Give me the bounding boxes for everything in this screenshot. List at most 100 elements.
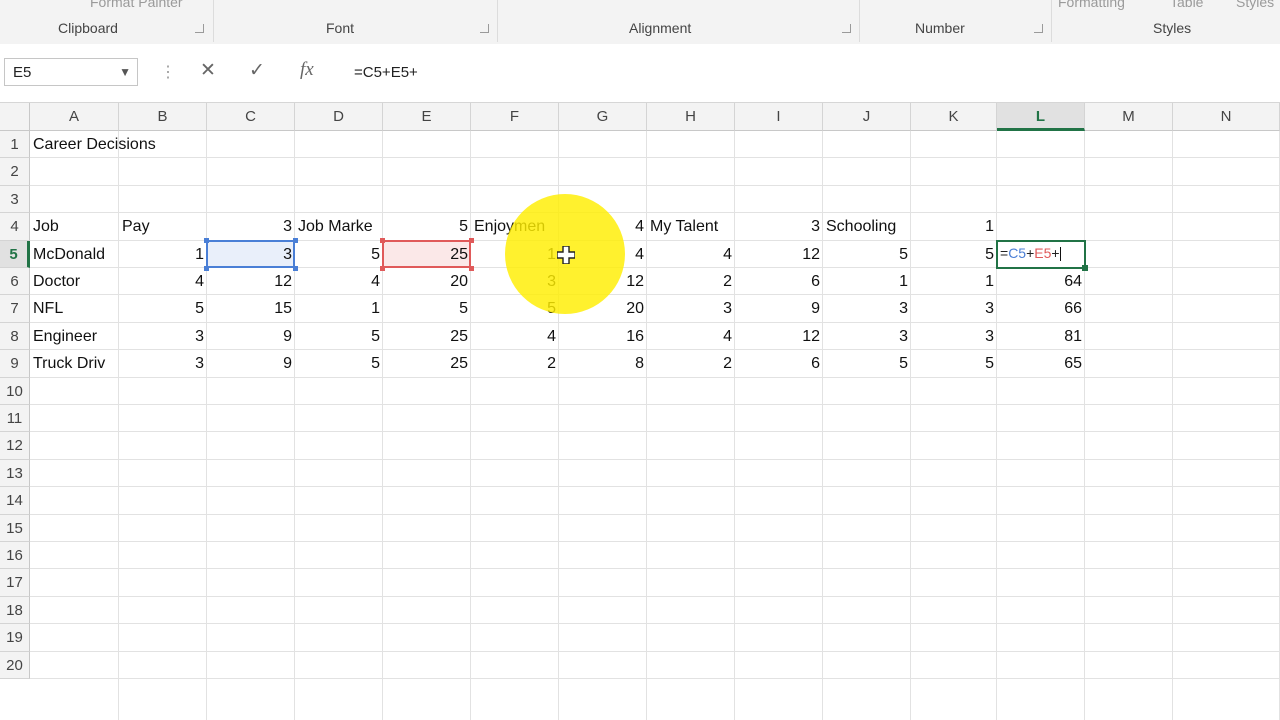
- cell-c9[interactable]: 9: [207, 350, 295, 377]
- cell-i4[interactable]: 3: [735, 213, 823, 240]
- cell-b5[interactable]: 1: [119, 241, 207, 268]
- cell-l6[interactable]: 64: [997, 268, 1085, 295]
- cell-d6[interactable]: 4: [295, 268, 383, 295]
- row-header-20[interactable]: 20: [0, 651, 30, 679]
- row-header-5[interactable]: 5: [0, 240, 30, 268]
- drag-handle-icon[interactable]: ⋮: [160, 62, 176, 82]
- cell-e8[interactable]: 25: [383, 323, 471, 350]
- column-header-h[interactable]: H: [647, 103, 735, 131]
- cancel-icon[interactable]: ✕: [200, 59, 216, 82]
- conditional-formatting-label[interactable]: Formatting: [1058, 0, 1125, 10]
- row-header-11[interactable]: 11: [0, 405, 30, 433]
- cell-a4[interactable]: Job: [30, 213, 119, 240]
- cell-j9[interactable]: 5: [823, 350, 911, 377]
- cell-h8[interactable]: 4: [647, 323, 735, 350]
- row-header-6[interactable]: 6: [0, 268, 30, 296]
- cell-d8[interactable]: 5: [295, 323, 383, 350]
- row-header-3[interactable]: 3: [0, 185, 30, 214]
- cell-k8[interactable]: 3: [911, 323, 997, 350]
- column-header-a[interactable]: A: [30, 103, 119, 131]
- row-header-16[interactable]: 16: [0, 542, 30, 570]
- cell-h6[interactable]: 2: [647, 268, 735, 295]
- row-header-2[interactable]: 2: [0, 158, 30, 186]
- cell-l9[interactable]: 65: [997, 350, 1085, 377]
- row-header-4[interactable]: 4: [0, 213, 30, 241]
- cell-d7[interactable]: 1: [295, 295, 383, 322]
- cell-l8[interactable]: 81: [997, 323, 1085, 350]
- cell-k5[interactable]: 5: [911, 241, 997, 268]
- cell-e7[interactable]: 5: [383, 295, 471, 322]
- name-box[interactable]: E5 ▼: [4, 58, 138, 86]
- cell-b9[interactable]: 3: [119, 350, 207, 377]
- cell-c5[interactable]: 3: [207, 241, 295, 268]
- column-header-l[interactable]: L: [997, 103, 1085, 131]
- column-header-c[interactable]: C: [207, 103, 295, 131]
- cell-h5[interactable]: 4: [647, 241, 735, 268]
- cell-j5[interactable]: 5: [823, 241, 911, 268]
- select-all-corner[interactable]: [0, 103, 30, 131]
- cell-g9[interactable]: 8: [559, 350, 647, 377]
- row-header-18[interactable]: 18: [0, 596, 30, 625]
- cell-b8[interactable]: 3: [119, 323, 207, 350]
- cell-f8[interactable]: 4: [471, 323, 559, 350]
- row-header-19[interactable]: 19: [0, 624, 30, 652]
- column-header-k[interactable]: K: [911, 103, 997, 131]
- cell-j4[interactable]: Schooling: [823, 213, 911, 240]
- clipboard-launcher-icon[interactable]: [195, 24, 204, 33]
- fill-handle[interactable]: [1082, 265, 1088, 271]
- column-header-d[interactable]: D: [295, 103, 383, 131]
- cell-a8[interactable]: Engineer: [30, 323, 119, 350]
- formula-input[interactable]: =C5+E5+: [340, 58, 1276, 86]
- cell-a5[interactable]: McDonald: [30, 241, 119, 268]
- cell-c4[interactable]: 3: [207, 213, 295, 240]
- column-header-b[interactable]: B: [119, 103, 207, 131]
- cell-j6[interactable]: 1: [823, 268, 911, 295]
- worksheet-grid[interactable]: A B C D E F G H I J K L M N 1 2 3 4 5 6 7 8 9 10 11 12 13 14 15 16 17 1…: [0, 103, 1280, 720]
- column-header-n[interactable]: N: [1173, 103, 1280, 131]
- cell-a7[interactable]: NFL: [30, 295, 119, 322]
- row-header-1[interactable]: 1: [0, 131, 30, 159]
- cell-e5[interactable]: 25: [383, 241, 471, 268]
- column-header-i[interactable]: I: [735, 103, 823, 131]
- cell-i8[interactable]: 12: [735, 323, 823, 350]
- cell-h4[interactable]: My Talent: [647, 213, 735, 240]
- cell-g8[interactable]: 16: [559, 323, 647, 350]
- number-launcher-icon[interactable]: [1034, 24, 1043, 33]
- row-header-14[interactable]: 14: [0, 487, 30, 515]
- font-launcher-icon[interactable]: [480, 24, 489, 33]
- cell-c6[interactable]: 12: [207, 268, 295, 295]
- alignment-launcher-icon[interactable]: [842, 24, 851, 33]
- cell-styles-label[interactable]: Styles: [1236, 0, 1274, 10]
- column-header-g[interactable]: G: [559, 103, 647, 131]
- cell-d5[interactable]: 5: [295, 241, 383, 268]
- cell-e9[interactable]: 25: [383, 350, 471, 377]
- column-header-f[interactable]: F: [471, 103, 559, 131]
- cell-b4[interactable]: Pay: [119, 213, 207, 240]
- cell-a9[interactable]: Truck Driv: [30, 350, 119, 377]
- row-header-10[interactable]: 10: [0, 377, 30, 405]
- cell-j8[interactable]: 3: [823, 323, 911, 350]
- cell-e6[interactable]: 20: [383, 268, 471, 295]
- column-header-m[interactable]: M: [1085, 103, 1173, 131]
- cell-d4[interactable]: Job Marke: [295, 213, 383, 240]
- editing-cell-l5[interactable]: =C5+E5+: [996, 239, 1086, 269]
- cell-e4[interactable]: 5: [383, 213, 471, 240]
- column-header-e[interactable]: E: [383, 103, 471, 131]
- cell-b6[interactable]: 4: [119, 268, 207, 295]
- cell-f9[interactable]: 2: [471, 350, 559, 377]
- row-header-7[interactable]: 7: [0, 295, 30, 323]
- format-painter-label[interactable]: Format Painter: [90, 0, 183, 10]
- cell-i7[interactable]: 9: [735, 295, 823, 322]
- cell-l7[interactable]: 66: [997, 295, 1085, 322]
- cell-c7[interactable]: 15: [207, 295, 295, 322]
- cell-j7[interactable]: 3: [823, 295, 911, 322]
- cell-k6[interactable]: 1: [911, 268, 997, 295]
- row-header-15[interactable]: 15: [0, 514, 30, 542]
- column-header-j[interactable]: J: [823, 103, 911, 131]
- row-header-17[interactable]: 17: [0, 569, 30, 597]
- row-header-9[interactable]: 9: [0, 350, 30, 378]
- cell-a1[interactable]: Career Decisions: [30, 131, 319, 158]
- enter-icon[interactable]: ✓: [249, 59, 265, 82]
- row-header-12[interactable]: 12: [0, 432, 30, 460]
- cell-c8[interactable]: 9: [207, 323, 295, 350]
